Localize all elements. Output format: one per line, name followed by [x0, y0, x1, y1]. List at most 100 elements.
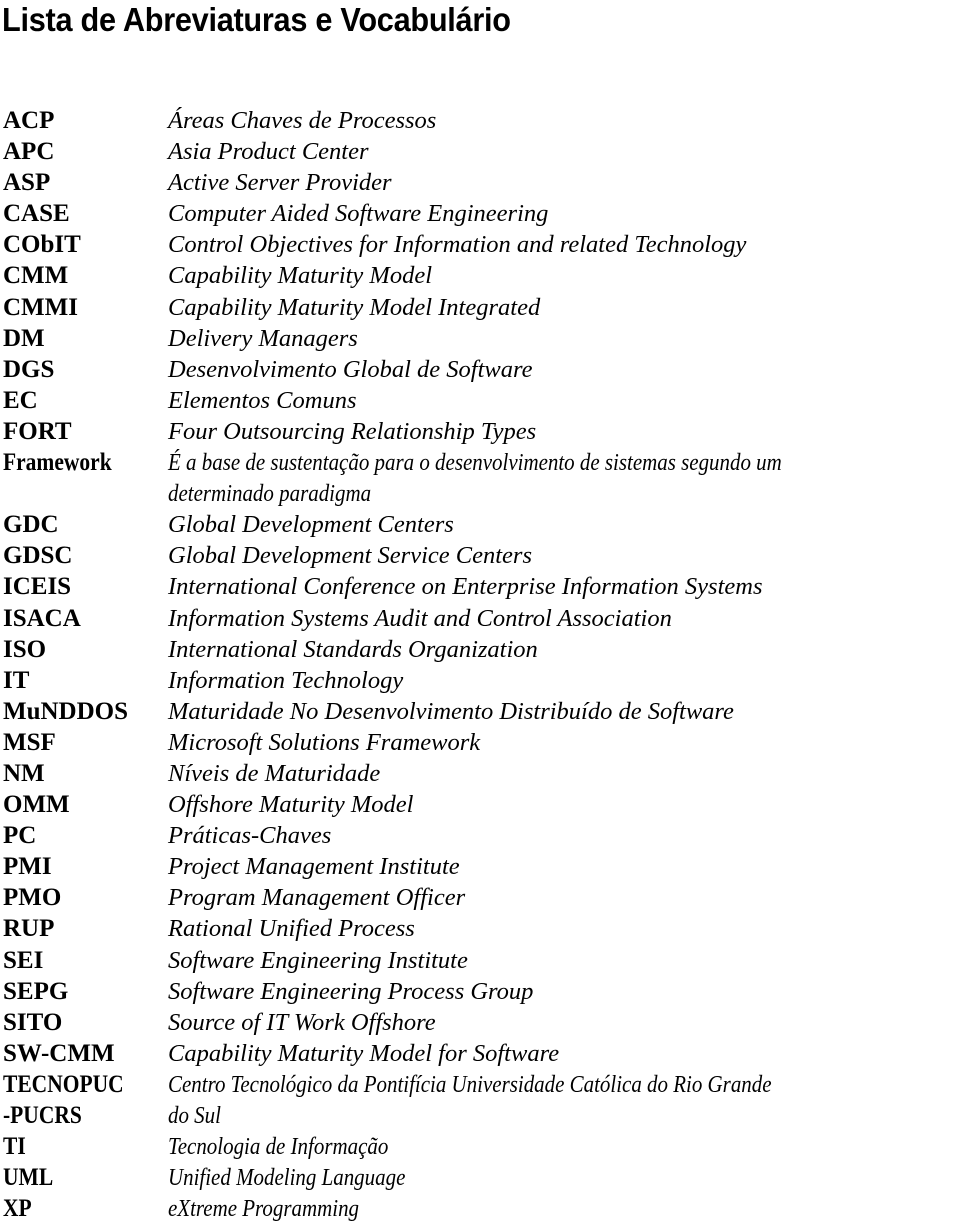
- list-item: RUP Rational Unified Process: [0, 913, 960, 944]
- definition: Capability Maturity Model Integrated: [168, 293, 541, 321]
- abbreviation: SEPG: [3, 977, 69, 1005]
- abbreviation: XP: [3, 1195, 32, 1223]
- abbreviation: RUP: [3, 915, 55, 943]
- list-item: UML Unified Modeling Language: [0, 1162, 960, 1193]
- definition: International Conference on Enterprise I…: [168, 573, 763, 601]
- definition: Information Technology: [168, 666, 404, 694]
- abbreviation: PC: [3, 822, 37, 850]
- list-item: IT Information Technology: [0, 665, 960, 696]
- definition: Program Management Officer: [168, 884, 466, 912]
- definition: Global Development Service Centers: [168, 542, 532, 570]
- definition: Source of IT Work Offshore: [168, 1008, 436, 1036]
- abbreviation: ISACA: [3, 604, 81, 632]
- abbreviation-list: ACP Áreas Chaves de Processos APC Asia Pro…: [0, 105, 960, 1224]
- definition: Níveis de Maturidade: [168, 759, 381, 787]
- list-item: CObIT Control Objectives for Information …: [0, 229, 960, 260]
- abbreviation: MSF: [3, 728, 56, 756]
- definition: Maturidade No Desenvolvimento Distribuíd…: [168, 697, 734, 725]
- list-item: MSF Microsoft Solutions Framework: [0, 727, 960, 758]
- abbreviation: CASE: [3, 200, 70, 228]
- definition: Práticas-Chaves: [168, 822, 332, 850]
- abbreviation: MuNDDOS: [3, 697, 129, 725]
- list-item: APC Asia Product Center: [0, 136, 960, 167]
- abbreviation-line: -PUCRS: [3, 1101, 82, 1129]
- abbreviation: EC: [3, 386, 38, 414]
- list-item: FORT Four Outsourcing Relationship Types: [0, 416, 960, 447]
- list-item: TI Tecnologia de Informação: [0, 1131, 960, 1162]
- list-item: EC Elementos Comuns: [0, 385, 960, 416]
- list-item: PMI Project Management Institute: [0, 851, 960, 882]
- definition: Software Engineering Process Group: [168, 977, 534, 1005]
- list-item: CASE Computer Aided Software Engineering: [0, 198, 960, 229]
- abbreviation: ICEIS: [3, 573, 72, 601]
- definition: Tecnologia de Informação: [168, 1133, 389, 1161]
- list-item: SEI Software Engineering Institute: [0, 945, 960, 976]
- abbreviation: DGS: [3, 355, 55, 383]
- list-item: NM Níveis de Maturidade: [0, 758, 960, 789]
- abbreviation: CObIT: [3, 231, 81, 259]
- abbreviation: NM: [3, 759, 45, 787]
- definition-line: É a base de sustentação para o desenvolv…: [168, 449, 782, 477]
- definition: Project Management Institute: [168, 853, 460, 881]
- definition: Delivery Managers: [168, 324, 358, 352]
- list-item: DM Delivery Managers: [0, 323, 960, 354]
- definition-line: do Sul: [168, 1102, 221, 1129]
- list-item: OMM Offshore Maturity Model: [0, 789, 960, 820]
- abbreviation: SITO: [3, 1008, 63, 1036]
- abbreviation: ASP: [3, 169, 51, 197]
- definition: Active Server Provider: [168, 169, 392, 197]
- definition: Microsoft Solutions Framework: [168, 728, 481, 756]
- list-item: SITO Source of IT Work Offshore: [0, 1007, 960, 1038]
- definition: Global Development Centers: [168, 511, 454, 539]
- definition: Control Objectives for Information and r…: [168, 231, 747, 259]
- abbreviation: PMI: [3, 853, 52, 881]
- definition: Elementos Comuns: [168, 386, 357, 414]
- abbreviation-line: TECNOPUC: [3, 1070, 124, 1098]
- list-item: ICEIS International Conference on Enterpr…: [0, 571, 960, 602]
- list-item: GDSC Global Development Service Centers: [0, 540, 960, 571]
- definition: Capability Maturity Model: [168, 262, 433, 290]
- definition: Four Outsourcing Relationship Types: [168, 417, 537, 445]
- abbreviation: PMO: [3, 884, 62, 912]
- list-item: SEPG Software Engineering Process Group: [0, 976, 960, 1007]
- definition: Unified Modeling Language: [168, 1164, 406, 1192]
- list-item: XP eXtreme Programming: [0, 1193, 960, 1224]
- list-item: DGS Desenvolvimento Global de Software: [0, 354, 960, 385]
- list-item: PMO Program Management Officer: [0, 882, 960, 913]
- abbreviation: APC: [3, 138, 55, 166]
- definition: Software Engineering Institute: [168, 946, 468, 974]
- abbreviation: CMMI: [3, 293, 78, 321]
- abbreviation: TECNOPUC -PUCRS: [3, 1069, 124, 1131]
- list-item: TECNOPUC -PUCRS Centro Tecnológico da Pon…: [0, 1069, 960, 1131]
- definition: Offshore Maturity Model: [168, 791, 414, 819]
- definition: Rational Unified Process: [168, 915, 415, 943]
- abbreviation: TI: [3, 1133, 26, 1161]
- abbreviation: DM: [3, 324, 45, 352]
- list-item: Framework É a base de sustentação para o…: [0, 447, 960, 509]
- abbreviation: GDC: [3, 511, 59, 539]
- list-item: PC Práticas-Chaves: [0, 820, 960, 851]
- page-title: Lista de Abreviaturas e Vocabulário: [2, 1, 511, 38]
- definition-line: Centro Tecnológico da Pontifícia Univers…: [168, 1070, 772, 1098]
- definition: International Standards Organization: [168, 635, 538, 663]
- list-item: ISACA Information Systems Audit and Contr…: [0, 603, 960, 634]
- definition: Computer Aided Software Engineering: [168, 200, 549, 228]
- list-item: ASP Active Server Provider: [0, 167, 960, 198]
- list-item: CMMI Capability Maturity Model Integrated: [0, 292, 960, 323]
- definition: Desenvolvimento Global de Software: [168, 355, 533, 383]
- list-item: ISO International Standards Organization: [0, 634, 960, 665]
- definition: Capability Maturity Model for Software: [168, 1039, 560, 1067]
- abbreviation: OMM: [3, 791, 70, 819]
- list-item: SW-CMM Capability Maturity Model for Soft…: [0, 1038, 960, 1069]
- list-item: MuNDDOS Maturidade No Desenvolvimento Dis…: [0, 696, 960, 727]
- definition: Áreas Chaves de Processos: [168, 107, 437, 134]
- definition: Information Systems Audit and Control As…: [168, 604, 672, 632]
- definition: eXtreme Programming: [168, 1195, 360, 1223]
- abbreviation: IT: [3, 666, 30, 694]
- abbreviation: FORT: [3, 417, 72, 445]
- abbreviation: SW-CMM: [3, 1039, 115, 1067]
- definition: Asia Product Center: [168, 138, 369, 166]
- list-item: ACP Áreas Chaves de Processos: [0, 105, 960, 136]
- abbreviation: UML: [3, 1164, 54, 1192]
- list-item: CMM Capability Maturity Model: [0, 260, 960, 291]
